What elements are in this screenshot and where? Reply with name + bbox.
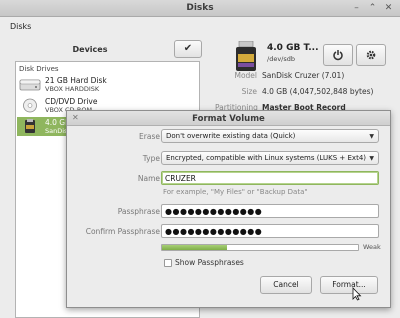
model-label: Model (234, 71, 257, 80)
drive-name: 21 GB Hard Disk (45, 76, 107, 85)
device-path: /dev/sdb (267, 55, 295, 63)
devices-title: Devices (72, 45, 108, 54)
passphrase-field[interactable]: ●●●●●●●●●●●●● (161, 204, 379, 218)
type-label: Type (142, 154, 160, 163)
erase-value: Don't overwrite existing data (Quick) (166, 132, 296, 140)
show-passphrases-checkbox[interactable] (164, 259, 172, 267)
optical-drive-icon (23, 98, 37, 113)
gear-icon (366, 50, 376, 60)
dropdown-arrow-icon: ▼ (369, 155, 374, 162)
show-passphrases-label[interactable]: Show Passphrases (175, 258, 244, 267)
checkmark-icon: ✔ (183, 43, 193, 54)
disk-drives-section-label: Disk Drives (19, 65, 59, 73)
strength-fill (162, 245, 227, 250)
cancel-button[interactable]: Cancel (260, 276, 312, 294)
confirm-passphrase-label: Confirm Passphrase (85, 227, 160, 236)
drive-subtitle: VBOX HARDDISK (45, 85, 100, 93)
usb-drive-icon (236, 41, 256, 71)
devices-header: Devices ✔ (15, 40, 202, 60)
name-hint: For example, "My Files" or "Backup Data" (163, 188, 308, 196)
erase-label: Erase (139, 132, 160, 141)
format-button[interactable]: Format... (320, 276, 378, 294)
type-combo[interactable]: Encrypted, compatible with Linux systems… (161, 151, 379, 165)
size-label: Size (241, 87, 257, 96)
app-menu[interactable]: Disks (10, 22, 31, 31)
name-field[interactable]: CRUZER (161, 171, 379, 185)
drive-name: CD/DVD Drive (45, 97, 98, 106)
mouse-cursor-icon (352, 287, 362, 301)
size-value: 4.0 GB (4,047,502,848 bytes) (262, 87, 374, 96)
dialog-titlebar[interactable]: ✕ Format Volume (67, 111, 390, 126)
power-icon (333, 50, 343, 61)
format-volume-dialog: ✕ Format Volume Erase Don't overwrite ex… (66, 110, 391, 308)
window-title: Disks (186, 3, 214, 13)
hard-disk-icon (19, 79, 41, 91)
model-value: SanDisk Cruzer (7.01) (262, 71, 345, 80)
check-button[interactable]: ✔ (174, 40, 202, 58)
passphrase-strength-bar (161, 244, 359, 251)
drive-settings-button[interactable] (356, 44, 386, 66)
dialog-title: Format Volume (192, 114, 265, 124)
erase-combo[interactable]: Don't overwrite existing data (Quick) ▼ (161, 129, 379, 143)
dropdown-arrow-icon: ▼ (369, 133, 374, 140)
minimize-button[interactable]: – (350, 2, 363, 14)
strength-label: Weak (363, 243, 381, 251)
device-title: 4.0 GB T... (267, 43, 319, 53)
window-titlebar[interactable]: Disks – ⌃ ✕ (0, 0, 400, 17)
name-label: Name (137, 174, 160, 183)
menubar: Disks (0, 18, 400, 35)
device-detail-panel: 4.0 GB T... /dev/sdb Model SanDisk Cruze… (205, 38, 400, 118)
drive-item-hard-disk[interactable]: 21 GB Hard Disk VBOX HARDDISK (17, 75, 198, 94)
passphrase-label: Passphrase (117, 207, 160, 216)
type-value: Encrypted, compatible with Linux systems… (166, 154, 366, 162)
confirm-passphrase-field[interactable]: ●●●●●●●●●●●●● (161, 224, 379, 238)
power-off-button[interactable] (323, 44, 353, 66)
maximize-button[interactable]: ⌃ (366, 2, 379, 14)
close-button[interactable]: ✕ (382, 2, 395, 14)
usb-drive-icon (25, 119, 35, 133)
